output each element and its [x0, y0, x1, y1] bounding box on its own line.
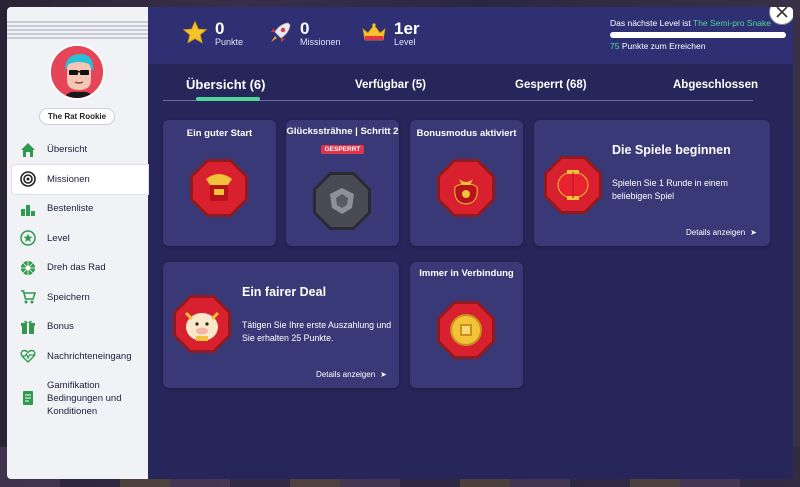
sidebar-item-bonus[interactable]: Bonus	[7, 312, 148, 342]
level-value: 1er	[394, 18, 420, 38]
mission-title: Bonusmodus aktiviert	[416, 128, 517, 139]
gold-ingot-badge-icon	[190, 159, 248, 217]
sidebar: The Rat Rookie Übersicht Missionen Beste…	[7, 7, 148, 479]
coin-badge-icon	[437, 301, 495, 359]
sidebar-item-overview[interactable]: Übersicht	[7, 135, 148, 165]
missions-modal: The Rat Rookie Übersicht Missionen Beste…	[7, 7, 793, 479]
sidebar-item-label: Speichern	[47, 291, 90, 303]
mission-title: Glückssträhne | Schritt 2	[286, 126, 399, 137]
mission-card-lucky-streak[interactable]: Glückssträhne | Schritt 2 GESPERRT	[286, 120, 399, 246]
level-stat: 1er Level	[360, 19, 420, 47]
points-stat: 0 Punkte	[181, 19, 243, 47]
sidebar-item-level[interactable]: Level	[7, 224, 148, 254]
tab-overview[interactable]: Übersicht (6)	[186, 77, 265, 92]
mission-description: Spielen Sie 1 Runde in einem beliebigen …	[612, 178, 728, 201]
missions-value: 0	[300, 18, 310, 38]
star-icon	[182, 20, 208, 44]
star-badge-icon	[19, 229, 37, 247]
sidebar-item-label: Dreh das Rad	[47, 262, 106, 274]
lantern-badge-icon	[544, 156, 602, 214]
sidebar-nav: Übersicht Missionen Bestenliste Level Dr…	[7, 135, 148, 425]
avatar[interactable]	[49, 44, 105, 100]
mission-tabs: Übersicht (6) Verfügbar (5) Gesperrt (68…	[163, 75, 758, 101]
sidebar-item-label: Bestenliste	[47, 203, 94, 215]
next-level-prefix: Das nächste Level ist	[610, 18, 693, 28]
mission-card-always-connected[interactable]: Immer in Verbindung	[410, 262, 523, 388]
tab-completed[interactable]: Abgeschlossen	[673, 79, 758, 91]
points-label: Punkte	[215, 36, 244, 47]
gift-icon	[19, 318, 37, 336]
mission-card-games-begin[interactable]: Die Spiele beginnen Spielen Sie 1 Runde …	[534, 120, 770, 246]
cart-icon	[19, 288, 37, 306]
mission-card-good-start[interactable]: Ein guter Start	[163, 120, 276, 246]
rank-label: The Rat Rookie	[39, 108, 115, 125]
points-value: 0	[215, 18, 225, 38]
details-link[interactable]: Details anzeigen ➤	[686, 228, 757, 237]
close-icon	[776, 7, 788, 18]
missions-label: Missionen	[300, 36, 341, 47]
points-needed-suffix: Punkte zum Erreichen	[619, 41, 706, 51]
sidebar-header-strip	[7, 21, 148, 39]
rocket-icon	[271, 22, 291, 42]
mission-title: Die Spiele beginnen	[612, 143, 731, 157]
target-icon	[19, 170, 37, 188]
sidebar-item-label: Level	[47, 232, 70, 244]
home-icon	[19, 141, 37, 159]
sidebar-item-inbox[interactable]: Nachrichteneingang	[7, 342, 148, 372]
sidebar-item-leaderboard[interactable]: Bestenliste	[7, 194, 148, 224]
next-level-text: Das nächste Level ist The Semi-pro Snake	[610, 18, 790, 28]
sidebar-item-label: Bonus	[47, 321, 74, 333]
mission-title: Immer in Verbindung	[419, 268, 514, 279]
arrow-right-icon: ➤	[750, 228, 757, 237]
level-progress-bar	[610, 32, 786, 38]
ox-badge-icon	[173, 295, 231, 353]
locked-tag: GESPERRT	[320, 145, 365, 154]
stats-header: 0 Punkte 0 Missionen 1er Level Das nächs…	[148, 7, 793, 64]
mission-card-bonus-mode[interactable]: Bonusmodus aktiviert	[410, 120, 523, 246]
sidebar-item-missions[interactable]: Missionen	[12, 164, 148, 194]
locked-badge-icon	[313, 172, 371, 230]
lucky-bag-badge-icon	[437, 159, 495, 217]
locked-tag-wrap: GESPERRT	[286, 138, 399, 156]
document-icon	[19, 389, 37, 407]
wheel-icon	[19, 259, 37, 277]
sidebar-item-wheel[interactable]: Dreh das Rad	[7, 253, 148, 283]
sidebar-item-label: Missionen	[47, 173, 90, 185]
sidebar-item-label: Gamifikation Bedingungen und Konditionen	[47, 379, 122, 417]
mission-title: Ein guter Start	[186, 128, 253, 139]
details-link-label: Details anzeigen	[316, 370, 376, 379]
sidebar-item-label: Übersicht	[47, 144, 88, 156]
crown-icon	[362, 23, 386, 41]
level-label: Level	[394, 36, 416, 47]
heartbeat-icon	[19, 347, 37, 365]
podium-icon	[19, 200, 37, 218]
next-level-name: The Semi-pro Snake	[693, 18, 771, 28]
sidebar-item-store[interactable]: Speichern	[7, 283, 148, 313]
rat-avatar-icon	[51, 46, 103, 98]
mission-title: Ein fairer Deal	[242, 285, 327, 299]
missions-stat: 0 Missionen	[266, 19, 341, 47]
tab-available[interactable]: Verfügbar (5)	[355, 79, 426, 91]
details-link-label: Details anzeigen	[686, 228, 746, 237]
sidebar-item-terms[interactable]: Gamifikation Bedingungen und Konditionen	[7, 371, 148, 425]
tab-locked[interactable]: Gesperrt (68)	[515, 79, 587, 91]
active-tab-indicator	[196, 97, 260, 101]
mission-description: Tätigen Sie Ihre erste Auszahlung und Si…	[242, 320, 392, 343]
details-link[interactable]: Details anzeigen ➤	[316, 370, 387, 379]
arrow-right-icon: ➤	[380, 370, 387, 379]
sidebar-item-label: Nachrichteneingang	[47, 350, 132, 362]
next-level-info: Das nächste Level ist The Semi-pro Snake…	[610, 18, 790, 51]
mission-card-fair-deal[interactable]: Ein fairer Deal Tätigen Sie Ihre erste A…	[163, 262, 399, 388]
points-needed-text: 75 Punkte zum Erreichen	[610, 41, 790, 51]
